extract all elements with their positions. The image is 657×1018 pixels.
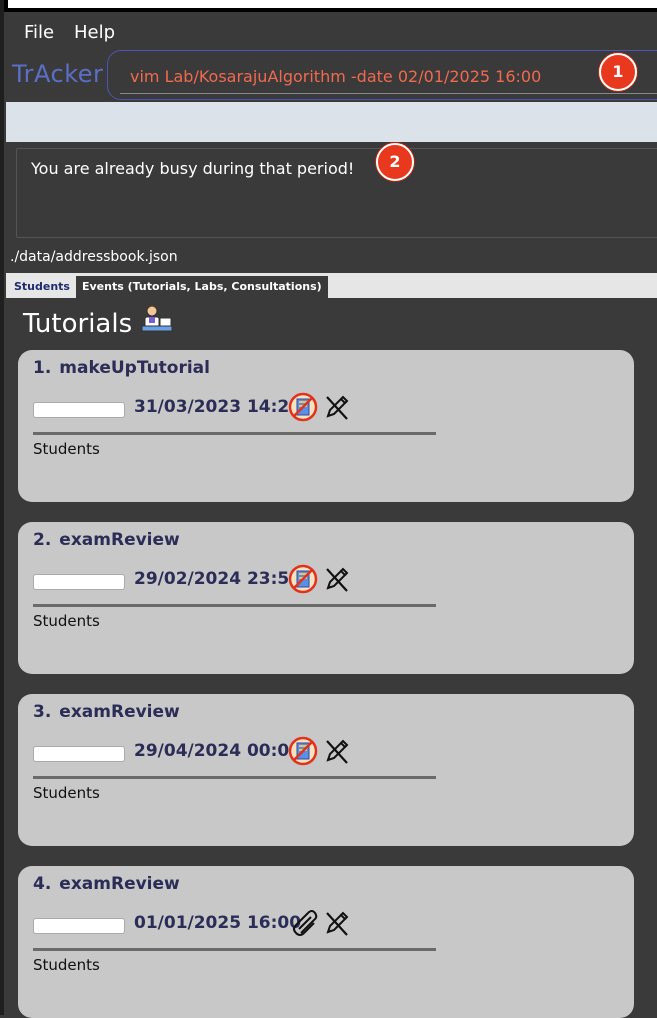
tab-bar: Students Events (Tutorials, Labs, Consul…: [6, 273, 657, 298]
app-brand: TrAcker: [12, 60, 104, 88]
tab-students[interactable]: Students: [8, 276, 76, 298]
event-tag-pill: [33, 402, 125, 418]
menu-bar: File Help: [4, 14, 657, 50]
annotation-badge-1: 1: [599, 53, 637, 91]
event-tag-pill: [33, 574, 125, 590]
event-divider: [33, 776, 436, 779]
event-students: Students: [33, 784, 100, 802]
event-title: 3. examReview: [33, 702, 180, 722]
no-attachment-icon: [288, 564, 318, 594]
panel-title: Tutorials: [23, 304, 174, 339]
window-top-strip-inner: [8, 0, 657, 8]
command-box[interactable]: vim Lab/KosarajuAlgorithm -date 02/01/20…: [107, 50, 657, 100]
no-attachment-icon: [288, 392, 318, 422]
panel-title-text: Tutorials: [23, 309, 133, 339]
event-students: Students: [33, 440, 100, 458]
event-title: 2. examReview: [33, 530, 180, 550]
event-divider: [33, 604, 436, 607]
event-card[interactable]: 1. makeUpTutorial 31/03/2023 14:23 Students: [18, 350, 634, 502]
event-card[interactable]: 4. examReview 01/01/2025 16:00 Students: [18, 866, 634, 1018]
event-name: examReview: [59, 702, 180, 722]
annotation-badge-2: 2: [376, 143, 414, 181]
event-students: Students: [33, 956, 100, 974]
menu-help[interactable]: Help: [74, 22, 115, 43]
tutor-at-desk-icon: [141, 305, 173, 332]
no-attachment-icon: [288, 736, 318, 766]
result-message: You are already busy during that period!: [31, 159, 355, 178]
event-divider: [33, 948, 436, 951]
command-input[interactable]: vim Lab/KosarajuAlgorithm -date 02/01/20…: [120, 61, 657, 94]
event-divider: [33, 432, 436, 435]
window-top-strip: [0, 0, 657, 12]
no-edit-icon: [322, 392, 352, 422]
event-title: 1. makeUpTutorial: [33, 358, 210, 378]
event-students: Students: [33, 612, 100, 630]
menu-file[interactable]: File: [24, 22, 54, 43]
no-edit-icon: [322, 908, 352, 938]
command-input-text: vim Lab/KosarajuAlgorithm -date 02/01/20…: [130, 67, 542, 86]
status-bar: ./data/addressbook.json: [6, 247, 657, 271]
event-date: 29/02/2024 23:59: [134, 569, 302, 589]
event-card[interactable]: 2. examReview 29/02/2024 23:59 Students: [18, 522, 634, 674]
paperclip-icon: [288, 908, 318, 938]
event-title: 4. examReview: [33, 874, 180, 894]
tab-events[interactable]: Events (Tutorials, Labs, Consultations): [76, 276, 328, 298]
event-index: 2.: [33, 530, 52, 550]
event-tag-pill: [33, 746, 125, 762]
no-edit-icon: [322, 736, 352, 766]
window-left-edge: [0, 0, 4, 1015]
event-tag-pill: [33, 918, 125, 934]
event-name: examReview: [59, 530, 180, 550]
command-feedback-bar: [6, 102, 657, 142]
event-date: 31/03/2023 14:23: [134, 397, 302, 417]
event-name: makeUpTutorial: [59, 358, 210, 378]
event-card[interactable]: 3. examReview 29/04/2024 00:00 Students: [18, 694, 634, 846]
event-date: 29/04/2024 00:00: [134, 741, 302, 761]
result-display: You are already busy during that period!: [16, 148, 657, 238]
event-name: examReview: [59, 874, 180, 894]
event-date: 01/01/2025 16:00: [134, 913, 302, 933]
data-file-path: ./data/addressbook.json: [10, 249, 178, 265]
event-index: 3.: [33, 702, 52, 722]
event-index: 4.: [33, 874, 52, 894]
event-index: 1.: [33, 358, 52, 378]
no-edit-icon: [322, 564, 352, 594]
